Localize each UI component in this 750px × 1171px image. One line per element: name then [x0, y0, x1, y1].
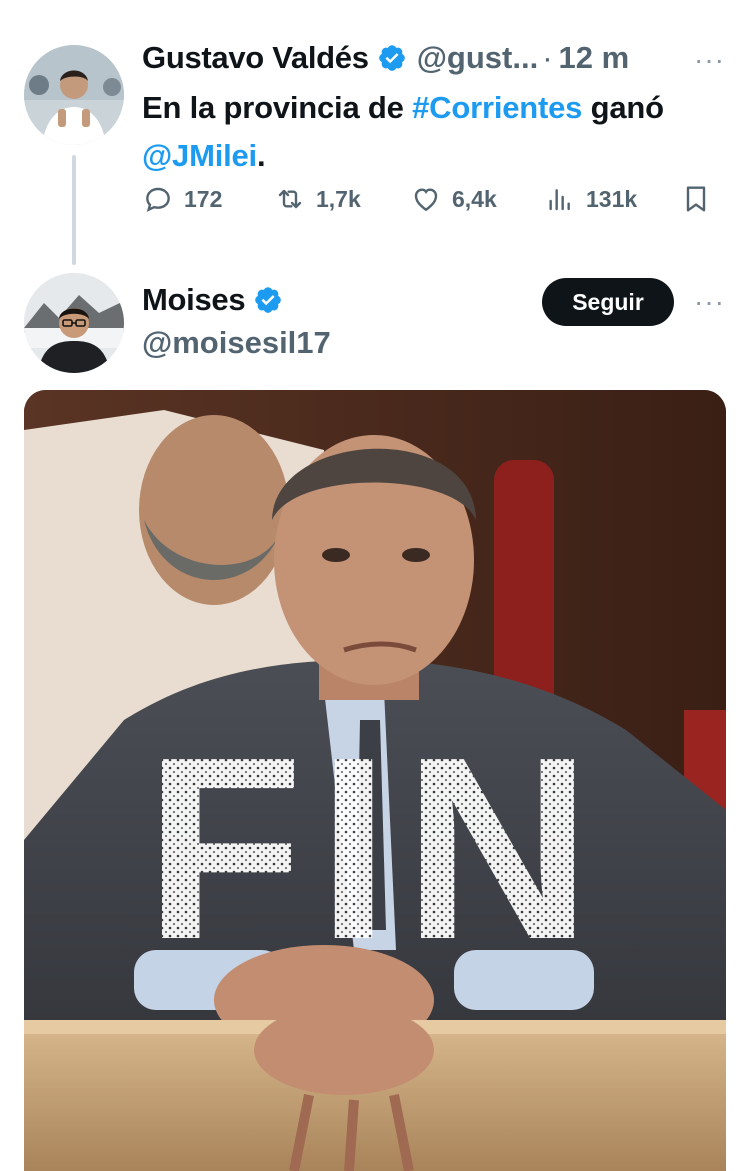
follow-button[interactable]: Seguir — [542, 278, 674, 326]
tweet-header: Gustavo Valdés @gust... · 12 m — [142, 40, 629, 76]
retweet-count: 1,7k — [316, 185, 361, 212]
bookmark-button[interactable] — [680, 183, 722, 215]
views-button[interactable]: 131k — [544, 183, 637, 215]
text-mid: ganó — [582, 90, 664, 125]
text-prefix: En la provincia de — [142, 90, 413, 125]
avatar-moises[interactable] — [24, 273, 124, 373]
hashtag-link[interactable]: #Corrientes — [412, 90, 582, 125]
meme-photo: FIN — [24, 390, 726, 1171]
text-suffix: . — [256, 138, 266, 173]
display-name[interactable]: Moises — [142, 282, 246, 318]
like-button[interactable]: 6,4k — [410, 183, 497, 215]
tweet-text: En la provincia de #Corrientes ganó @JMil… — [142, 84, 732, 180]
avatar-gustavo[interactable] — [24, 45, 124, 145]
mention-link[interactable]: @JMilei — [142, 138, 257, 173]
retweet-button[interactable]: 1,7k — [274, 183, 361, 215]
tweet-header: Moises — [142, 282, 283, 318]
timestamp[interactable]: 12 m — [559, 40, 630, 76]
fin-caption-text: FIN — [145, 704, 606, 994]
action-bar: 172 1,7k 6,4k 131k — [142, 183, 722, 227]
tweet-media-image[interactable]: FIN — [24, 390, 726, 1171]
handle-row: @moisesil17 — [142, 325, 331, 361]
user-handle[interactable]: @gust... — [417, 40, 539, 76]
reply-count: 172 — [184, 185, 223, 212]
heart-icon — [414, 188, 438, 212]
more-options-icon[interactable]: ··· — [694, 286, 725, 318]
user-handle[interactable]: @moisesil17 — [142, 325, 331, 361]
separator-dot: · — [542, 40, 553, 75]
verified-badge-icon — [253, 285, 283, 315]
views-chart-icon — [549, 189, 570, 211]
verified-badge-icon — [377, 43, 407, 73]
thread-connector-line — [72, 155, 76, 265]
reply-icon — [146, 187, 170, 212]
more-options-icon[interactable]: ··· — [694, 44, 725, 76]
display-name[interactable]: Gustavo Valdés — [142, 40, 369, 76]
retweet-icon — [278, 189, 302, 209]
reply-button[interactable]: 172 — [142, 183, 222, 215]
bookmark-icon — [686, 186, 706, 212]
views-count: 131k — [586, 185, 638, 212]
like-count: 6,4k — [452, 185, 497, 212]
